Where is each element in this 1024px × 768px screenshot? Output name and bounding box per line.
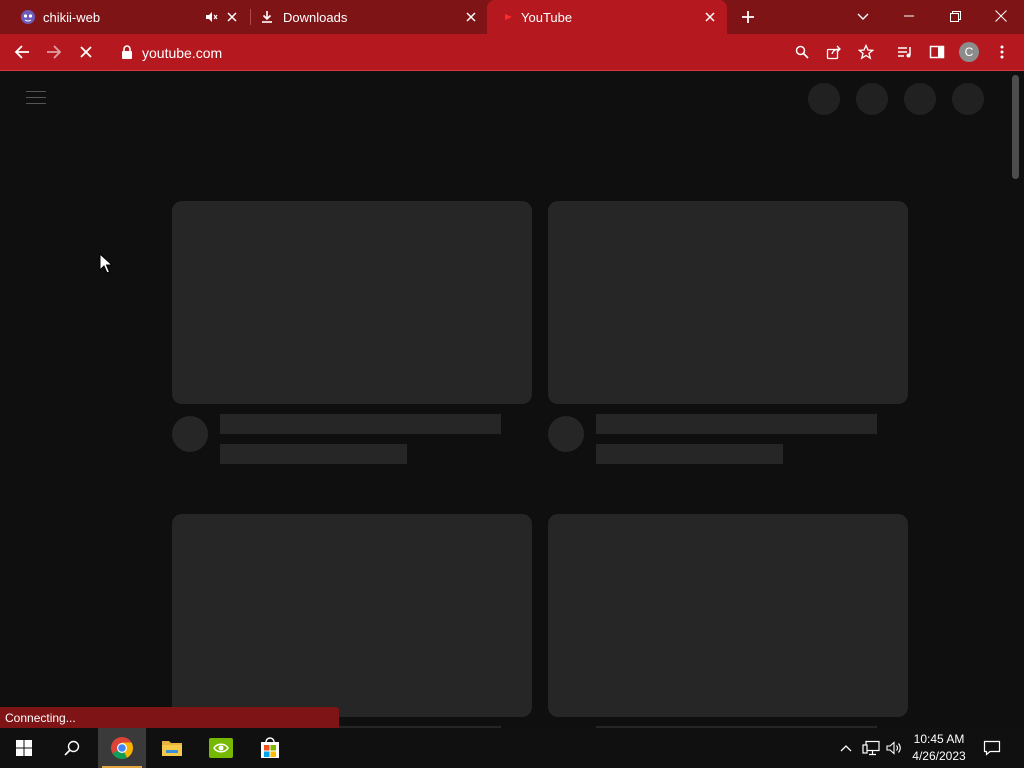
- tab-chikii-web[interactable]: chikii-web: [0, 0, 250, 34]
- skeleton-video-thumbnail: [548, 514, 908, 717]
- skeleton-header-button: [856, 83, 888, 115]
- media-controls-icon[interactable]: [893, 40, 917, 64]
- skeleton-meta-line: [220, 444, 407, 464]
- chrome-icon: [111, 737, 133, 759]
- close-tab-icon[interactable]: [224, 9, 240, 25]
- browser-toolbar: youtube.com C: [0, 34, 1024, 70]
- skeleton-meta-line: [596, 444, 783, 464]
- forward-button[interactable]: [42, 40, 66, 64]
- skeleton-title-line: [596, 414, 877, 434]
- taskbar-file-explorer[interactable]: [148, 728, 196, 768]
- search-icon[interactable]: [790, 40, 814, 64]
- plus-icon: [742, 11, 754, 23]
- skeleton-header-button: [904, 83, 936, 115]
- skeleton-video-thumbnail: [172, 201, 532, 404]
- tab-title: Downloads: [283, 10, 348, 25]
- share-icon[interactable]: [822, 40, 846, 64]
- file-explorer-icon: [162, 741, 182, 756]
- status-bubble: Connecting...: [0, 707, 339, 728]
- microsoft-store-icon: [261, 737, 279, 758]
- system-clock[interactable]: 10:45 AM 4/26/2023: [906, 731, 972, 765]
- status-text: Connecting...: [5, 711, 76, 725]
- taskbar: 10:45 AM 4/26/2023: [0, 728, 1024, 768]
- close-icon: [995, 10, 1007, 22]
- network-icon[interactable]: [861, 738, 881, 758]
- mouse-cursor-icon: [99, 253, 113, 274]
- lock-icon[interactable]: [120, 44, 134, 60]
- skeleton-header-button: [808, 83, 840, 115]
- taskbar-search-button[interactable]: [48, 728, 96, 768]
- volume-icon[interactable]: [884, 738, 904, 758]
- skeleton-channel-avatar: [172, 416, 208, 452]
- tab-youtube[interactable]: YouTube: [487, 0, 727, 34]
- chevron-down-icon: [857, 13, 869, 20]
- close-tab-icon[interactable]: [702, 9, 718, 25]
- clock-time: 10:45 AM: [913, 732, 965, 746]
- skeleton-channel-avatar: [548, 416, 584, 452]
- kebab-menu-icon[interactable]: [990, 40, 1014, 64]
- chevron-up-icon[interactable]: [836, 738, 856, 758]
- skeleton-title-line: [220, 414, 501, 434]
- search-icon: [64, 740, 80, 756]
- tab-strip: chikii-web Downloads YouTube: [0, 0, 1024, 34]
- speaker-muted-icon[interactable]: [203, 9, 219, 25]
- notifications-icon[interactable]: [982, 738, 1002, 758]
- tab-search-button[interactable]: [851, 5, 875, 29]
- skeleton-video-thumbnail: [548, 201, 908, 404]
- address-bar[interactable]: youtube.com: [110, 38, 890, 66]
- restore-button[interactable]: [932, 0, 978, 32]
- page-content: [0, 71, 1024, 728]
- close-window-button[interactable]: [978, 0, 1024, 32]
- windows-start-button[interactable]: [0, 728, 48, 768]
- screen: chikii-web Downloads YouTube youtube.com…: [0, 0, 1024, 768]
- scrollbar-thumb[interactable]: [1012, 75, 1019, 179]
- url-text[interactable]: youtube.com: [142, 45, 222, 61]
- windows-start-icon: [16, 740, 32, 756]
- download-icon: [259, 9, 275, 25]
- close-icon: [80, 46, 92, 58]
- arrow-left-icon: [14, 45, 29, 59]
- skeleton-video-thumbnail: [172, 514, 532, 717]
- restore-icon: [949, 10, 961, 22]
- bookmark-star-icon[interactable]: [854, 40, 878, 64]
- arrow-right-icon: [47, 45, 62, 59]
- tab-title: YouTube: [521, 10, 573, 25]
- minimize-icon: [904, 15, 914, 17]
- new-tab-button[interactable]: [736, 5, 760, 29]
- stop-loading-button[interactable]: [74, 40, 98, 64]
- side-panel-icon[interactable]: [925, 40, 949, 64]
- tab-title: chikii-web: [43, 10, 101, 25]
- taskbar-chrome[interactable]: [98, 728, 146, 768]
- taskbar-nvidia[interactable]: [197, 728, 245, 768]
- taskbar-microsoft-store[interactable]: [246, 728, 294, 768]
- skeleton-avatar: [952, 83, 984, 115]
- chikii-mascot-icon: [20, 9, 36, 25]
- back-button[interactable]: [10, 40, 34, 64]
- hamburger-menu-icon[interactable]: [26, 91, 46, 105]
- clock-date: 4/26/2023: [912, 749, 966, 763]
- profile-avatar[interactable]: C: [959, 42, 979, 62]
- minimize-button[interactable]: [886, 0, 932, 32]
- nvidia-icon: [209, 738, 233, 758]
- close-tab-icon[interactable]: [463, 9, 479, 25]
- youtube-icon: [500, 9, 516, 25]
- tab-downloads[interactable]: Downloads: [251, 0, 487, 34]
